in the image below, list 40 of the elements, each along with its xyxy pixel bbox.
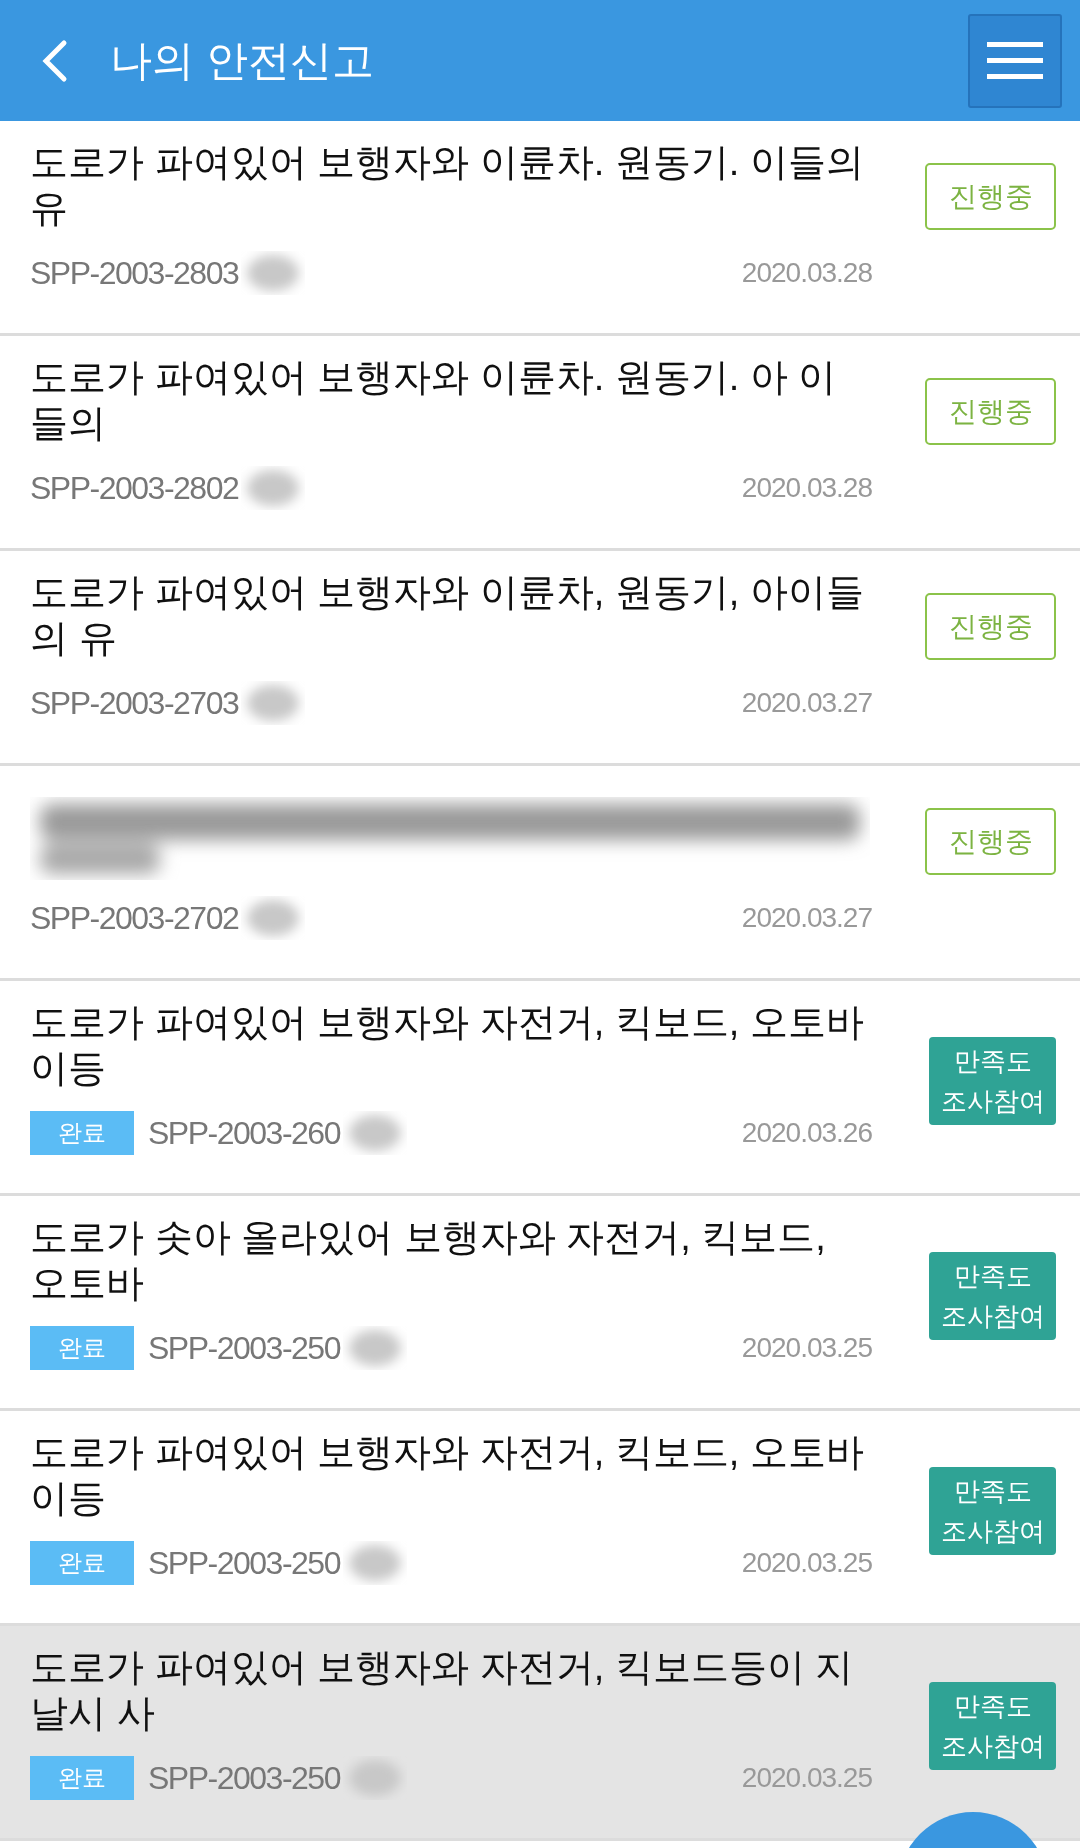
report-date: 2020.03.27 bbox=[741, 901, 872, 935]
survey-button[interactable]: 만족도 조사참여 bbox=[929, 1037, 1056, 1125]
report-id: SPP-2003-250 bbox=[148, 1329, 340, 1368]
page-title: 나의 안전신고 bbox=[110, 36, 374, 86]
report-title: 도로가 파여있어 보행자와 이륜차. 원동기. 이들의 유 bbox=[30, 141, 864, 229]
report-title: 도로가 파여있어 보행자와 이륜차, 원동기, 아이들의 유 bbox=[30, 571, 864, 659]
report-title: 도로가 파여있어 보행자와 자전거, 킥보드, 오토바이등 bbox=[30, 1431, 864, 1519]
menu-icon bbox=[987, 41, 1043, 80]
report-date: 2020.03.25 bbox=[741, 1546, 872, 1580]
survey-button[interactable]: 만족도 조사참여 bbox=[929, 1682, 1056, 1770]
report-id: SPP-2003-260 bbox=[148, 1114, 340, 1153]
menu-button[interactable] bbox=[968, 13, 1062, 108]
report-id: SPP-2003-2802 bbox=[30, 469, 239, 508]
report-date: 2020.03.25 bbox=[741, 1331, 872, 1365]
status-badge: 완료 bbox=[30, 1756, 134, 1800]
status-button[interactable]: 진행중 bbox=[925, 378, 1056, 445]
report-date: 2020.03.28 bbox=[741, 471, 872, 505]
report-date: 2020.03.28 bbox=[741, 256, 872, 290]
report-date: 2020.03.25 bbox=[741, 1761, 872, 1795]
report-title: 도로가 파여있어 보행자와 자전거, 킥보드등이 지날시 사 bbox=[30, 1646, 854, 1734]
report-id: SPP-2003-250 bbox=[148, 1759, 340, 1798]
status-button[interactable]: 진행중 bbox=[925, 808, 1056, 875]
report-title: 도로가 파여있어 보행자와 자전거, 킥보드, 오토바이등 bbox=[30, 1001, 864, 1089]
back-icon[interactable] bbox=[40, 38, 68, 83]
survey-button[interactable]: 만족도 조사참여 bbox=[929, 1252, 1056, 1340]
report-id: SPP-2003-2803 bbox=[30, 254, 239, 293]
status-badge: 완료 bbox=[30, 1541, 134, 1585]
status-badge: 완료 bbox=[30, 1326, 134, 1370]
report-title: 도로가 파여있어 보행자와 이륜차. 원동기. 아 이들의 bbox=[30, 356, 837, 444]
report-title: 도로가 솟아 올라있어 보행자와 자전거, 킥보드, 오토바 bbox=[30, 1216, 826, 1304]
report-row[interactable]: 도로가 파여있어 보행자와 자전거, 킥보드등이 지날시 사 완료 SPP-2003-250 2020.03.25 만족도 조사참여 bbox=[0, 1626, 1080, 1841]
status-button[interactable]: 진행중 bbox=[925, 163, 1056, 230]
report-id: SPP-2003-2703 bbox=[30, 684, 239, 723]
survey-button[interactable]: 만족도 조사참여 bbox=[929, 1467, 1056, 1555]
report-date: 2020.03.26 bbox=[741, 1116, 872, 1150]
report-id: SPP-2003-250 bbox=[148, 1544, 340, 1583]
status-button[interactable]: 진행중 bbox=[925, 593, 1056, 660]
status-badge: 완료 bbox=[30, 1111, 134, 1155]
report-date: 2020.03.27 bbox=[741, 686, 872, 720]
report-id: SPP-2003-2702 bbox=[30, 899, 239, 938]
